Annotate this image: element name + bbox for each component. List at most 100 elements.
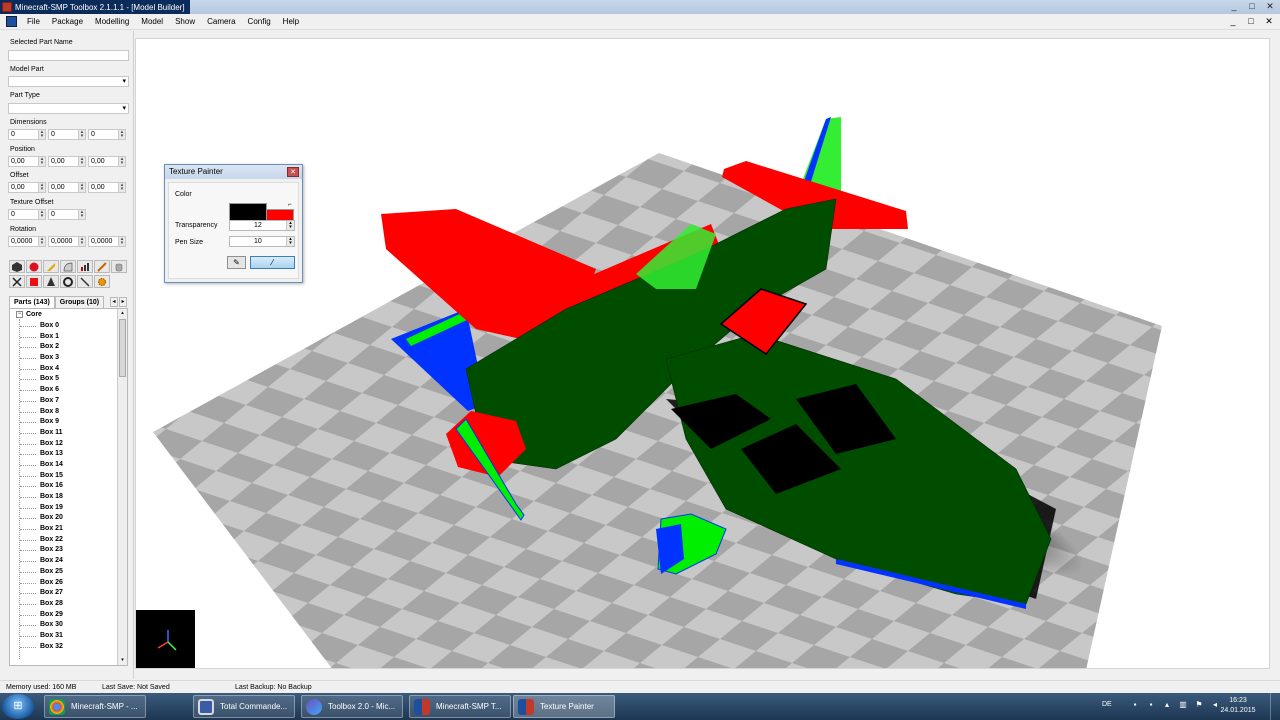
menu-show[interactable]: Show	[171, 17, 203, 26]
position-y-input[interactable]: 0,00 ▴ ▾	[48, 156, 86, 167]
spin-buttons[interactable]: ▴ ▾	[118, 157, 125, 166]
tree-root-core[interactable]: − Core	[16, 311, 42, 318]
parts-tree[interactable]: − Core Box 0 Box 1 Box 2 Box 3 Box 4 Box 5 Box…	[9, 308, 128, 666]
spin-buttons[interactable]: ▴ ▾	[38, 183, 45, 192]
delete-icon[interactable]	[9, 275, 25, 288]
pen-size-input[interactable]: 10 ▴ ▾	[229, 236, 295, 247]
texture-painter-dialog[interactable]: Texture Painter ✕ Color ⌐ Transparency 1…	[164, 164, 303, 283]
model-part-select[interactable]: ▾	[8, 76, 129, 87]
tree-item[interactable]: Box 24	[20, 556, 63, 567]
tab-left-arrow-icon[interactable]: ◂	[110, 297, 118, 307]
tree-item[interactable]: Box 26	[20, 578, 63, 589]
spin-buttons[interactable]: ▴ ▾	[118, 237, 125, 246]
menu-file[interactable]: File	[23, 17, 48, 26]
tree-item[interactable]: Box 12	[20, 439, 63, 450]
tree-item[interactable]: Box 3	[20, 353, 63, 364]
tree-item[interactable]: Box 32	[20, 642, 63, 653]
tree-item[interactable]: Box 18	[20, 492, 63, 503]
minimize-button[interactable]: _	[1228, 1, 1240, 12]
tree-item[interactable]: Box 22	[20, 535, 63, 546]
tree-item[interactable]: Box 30	[20, 620, 63, 631]
spin-buttons[interactable]: ▴ ▾	[118, 130, 125, 139]
tree-item[interactable]: Box 21	[20, 524, 63, 535]
spin-buttons[interactable]: ▴ ▾	[118, 183, 125, 192]
tab-right-arrow-icon[interactable]: ▸	[119, 297, 127, 307]
spin-buttons[interactable]: ▴ ▾	[286, 221, 294, 230]
menu-config[interactable]: Config	[244, 17, 279, 26]
offset-z-input[interactable]: 0,00 ▴ ▾	[88, 182, 126, 193]
tree-item[interactable]: Box 25	[20, 567, 63, 578]
close-icon[interactable]: ✕	[287, 167, 299, 177]
menu-camera[interactable]: Camera	[203, 17, 243, 26]
rotation-z-input[interactable]: 0,0000 ▴ ▾	[88, 236, 126, 247]
tree-item[interactable]: Box 29	[20, 610, 63, 621]
eyedropper-button[interactable]: ✎	[227, 256, 246, 269]
shape-icon[interactable]	[60, 260, 76, 273]
tree-item[interactable]: Box 2	[20, 342, 63, 353]
tree-item[interactable]: Box 13	[20, 449, 63, 460]
taskbar-item-total-commander[interactable]: Total Commande...	[193, 695, 295, 718]
clock[interactable]: 16:23 24.01.2015	[1214, 696, 1262, 716]
spin-buttons[interactable]: ▴ ▾	[286, 237, 294, 246]
network-icon[interactable]: ▥	[1178, 700, 1188, 710]
brush-icon[interactable]	[94, 260, 110, 273]
tree-item[interactable]: Box 20	[20, 513, 63, 524]
swap-colors-icon[interactable]: ⌐	[288, 202, 292, 208]
rotation-y-input[interactable]: 0,0000 ▴ ▾	[48, 236, 86, 247]
tree-item[interactable]: Box 1	[20, 332, 63, 343]
spin-buttons[interactable]: ▴ ▾	[38, 237, 45, 246]
pick-icon[interactable]	[77, 275, 93, 288]
spin-buttons[interactable]: ▴ ▾	[38, 130, 45, 139]
position-x-input[interactable]: 0,00 ▴ ▾	[8, 156, 46, 167]
sphere-icon[interactable]	[26, 260, 42, 273]
flag-icon[interactable]: ⚑	[1194, 700, 1204, 710]
rotation-x-input[interactable]: 0,0000 ▴ ▾	[8, 236, 46, 247]
tree-vertical-scrollbar[interactable]: ▴ ▾	[117, 309, 127, 665]
scroll-thumb[interactable]	[119, 319, 126, 377]
cone-icon[interactable]	[43, 275, 59, 288]
tree-item[interactable]: Box 5	[20, 374, 63, 385]
maximize-button[interactable]: □	[1246, 1, 1258, 12]
tray-app-icon[interactable]: ▪	[1130, 700, 1140, 710]
paint-icon[interactable]	[43, 260, 59, 273]
scroll-up-icon[interactable]: ▴	[118, 309, 127, 318]
texture-offset-y-input[interactable]: 0 ▴ ▾	[48, 209, 86, 220]
dimension-x-input[interactable]: 0 ▴ ▾	[8, 129, 46, 140]
menu-package[interactable]: Package	[48, 17, 91, 26]
menu-help[interactable]: Help	[279, 17, 307, 26]
model-viewport[interactable]	[135, 38, 1270, 669]
spin-buttons[interactable]: ▴ ▾	[78, 183, 85, 192]
dimension-y-input[interactable]: 0 ▴ ▾	[48, 129, 86, 140]
brush-button[interactable]: ⁄	[250, 256, 295, 269]
collapse-icon[interactable]: −	[16, 311, 23, 318]
transparency-input[interactable]: 12 ▴ ▾	[229, 220, 295, 231]
spin-buttons[interactable]: ▴ ▾	[38, 210, 45, 219]
part-type-select[interactable]: ▾	[8, 103, 129, 114]
show-desktop-button[interactable]	[1270, 693, 1280, 720]
taskbar-item-texture-painter[interactable]: Texture Painter	[513, 695, 615, 718]
texture-offset-x-input[interactable]: 0 ▴ ▾	[8, 209, 46, 220]
position-z-input[interactable]: 0,00 ▴ ▾	[88, 156, 126, 167]
taskbar-item-minecraft-smp[interactable]: Minecraft-SMP T...	[409, 695, 511, 718]
selected-part-name-input[interactable]	[8, 50, 129, 61]
taskbar-item-toolbox-video[interactable]: Toolbox 2.0 - Mic...	[301, 695, 403, 718]
dimension-z-input[interactable]: 0 ▴ ▾	[88, 129, 126, 140]
cube-icon[interactable]	[9, 260, 25, 273]
document-icon[interactable]	[6, 16, 17, 27]
tree-item[interactable]: Box 16	[20, 481, 63, 492]
taskbar-item-chrome[interactable]: Minecraft-SMP - ...	[44, 695, 146, 718]
menu-modelling[interactable]: Modelling	[91, 17, 137, 26]
ring-icon[interactable]	[60, 275, 76, 288]
tree-item[interactable]: Box 14	[20, 460, 63, 471]
start-button[interactable]: ⊞	[2, 694, 34, 719]
language-indicator[interactable]: DE	[1102, 701, 1112, 708]
tree-item[interactable]: Box 28	[20, 599, 63, 610]
spin-buttons[interactable]: ▴ ▾	[78, 210, 85, 219]
spin-buttons[interactable]: ▴ ▾	[78, 157, 85, 166]
offset-x-input[interactable]: 0,00 ▴ ▾	[8, 182, 46, 193]
tree-item[interactable]: Box 31	[20, 631, 63, 642]
spin-buttons[interactable]: ▴ ▾	[78, 130, 85, 139]
texture-painter-titlebar[interactable]: Texture Painter ✕	[165, 165, 302, 179]
primary-color-swatch[interactable]	[229, 203, 267, 221]
tree-item[interactable]: Box 11	[20, 428, 63, 439]
